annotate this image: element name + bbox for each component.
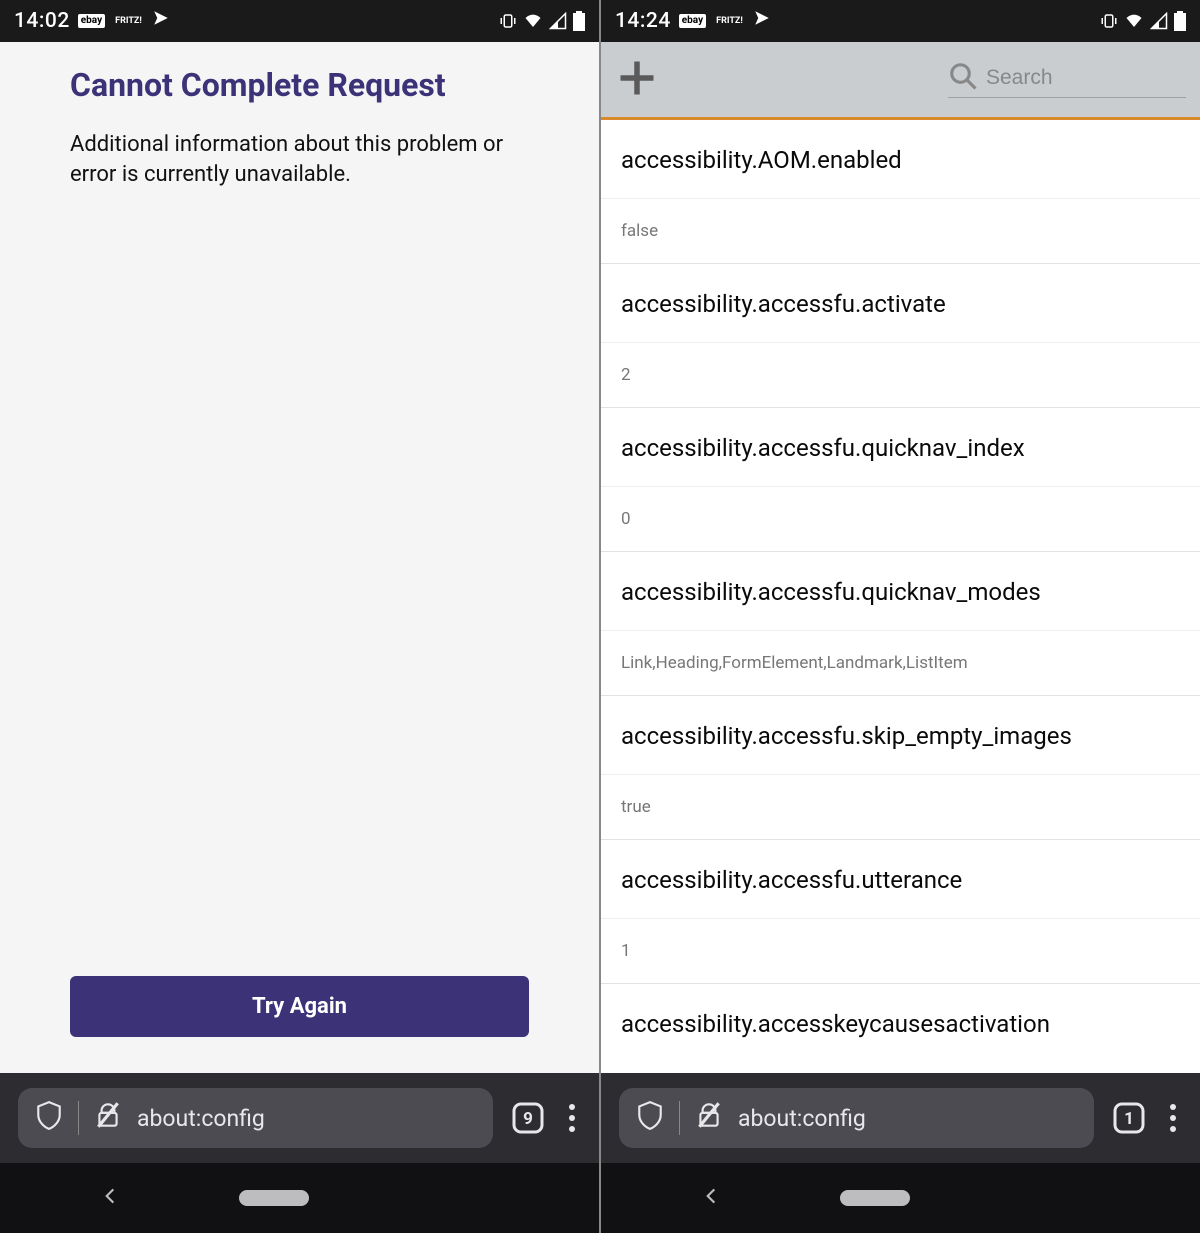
browser-toolbar: about:config 9 [0, 1073, 599, 1163]
system-nav-bar [601, 1163, 1200, 1233]
permissions-icon[interactable] [95, 1100, 121, 1136]
tabs-button[interactable]: 1 [1112, 1101, 1146, 1135]
system-nav-bar [0, 1163, 599, 1233]
error-page: Cannot Complete Request Additional infor… [0, 42, 599, 1073]
status-app-check-icon [753, 9, 771, 33]
pref-value: 0 [601, 487, 1200, 551]
url-bar[interactable]: about:config [18, 1088, 493, 1148]
url-text: about:config [137, 1105, 265, 1132]
status-time: 14:24 [615, 9, 671, 33]
search-field[interactable] [948, 61, 1186, 98]
status-bar: 14:24 ebay FRITZ! [601, 0, 1200, 42]
search-icon [948, 61, 978, 95]
error-title: Cannot Complete Request [70, 66, 529, 104]
pref-value: true [601, 775, 1200, 839]
preferences-list[interactable]: accessibility.AOM.enabledfalseaccessibil… [601, 120, 1200, 1073]
pref-row[interactable]: accessibility.accessfu.quicknav_modesLin… [601, 552, 1200, 696]
back-button[interactable] [100, 1186, 120, 1210]
menu-button[interactable] [563, 1104, 581, 1132]
battery-icon [573, 11, 585, 31]
permissions-icon[interactable] [696, 1100, 722, 1136]
add-button[interactable] [615, 56, 659, 104]
separator [679, 1101, 680, 1135]
status-app-ebay: ebay [679, 14, 706, 28]
pref-value: false [601, 199, 1200, 263]
pref-row[interactable]: accessibility.AOM.enabledfalse [601, 120, 1200, 264]
pref-name[interactable]: accessibility.accesskeycausesactivation [601, 984, 1200, 1048]
try-again-button[interactable]: Try Again [70, 976, 529, 1037]
pref-value: 2 [601, 343, 1200, 407]
status-icons [1100, 11, 1186, 31]
home-pill[interactable] [239, 1190, 309, 1206]
wifi-icon [523, 12, 543, 30]
signal-icon [1150, 12, 1168, 30]
config-toolbar [601, 42, 1200, 120]
status-app-fritz: FRITZ! [714, 16, 745, 27]
back-button[interactable] [701, 1186, 721, 1210]
pref-name: accessibility.AOM.enabled [601, 120, 1200, 199]
tabs-button[interactable]: 9 [511, 1101, 545, 1135]
about-config-page: accessibility.AOM.enabledfalseaccessibil… [601, 42, 1200, 1073]
svg-text:1: 1 [1124, 1109, 1134, 1129]
wifi-icon [1124, 12, 1144, 30]
phone-left: 14:02 ebay FRITZ! Cannot Complete Reques… [0, 0, 600, 1233]
pref-row[interactable]: accessibility.accessfu.quicknav_index0 [601, 408, 1200, 552]
status-app-check-icon [152, 9, 170, 33]
pref-name: accessibility.accessfu.quicknav_index [601, 408, 1200, 487]
url-text: about:config [738, 1105, 866, 1132]
status-app-fritz: FRITZ! [113, 16, 144, 27]
error-body: Additional information about this proble… [70, 130, 529, 189]
shield-icon[interactable] [36, 1100, 62, 1136]
pref-name: accessibility.accessfu.quicknav_modes [601, 552, 1200, 631]
vibrate-icon [1100, 12, 1118, 30]
menu-button[interactable] [1164, 1104, 1182, 1132]
pref-row[interactable]: accessibility.accessfu.skip_empty_images… [601, 696, 1200, 840]
dual-screenshot-container: 14:02 ebay FRITZ! Cannot Complete Reques… [0, 0, 1200, 1233]
phone-right: 14:24 ebay FRITZ! [600, 0, 1200, 1233]
status-app-ebay: ebay [78, 14, 105, 28]
pref-name: accessibility.accessfu.utterance [601, 840, 1200, 919]
pref-name: accessibility.accessfu.skip_empty_images [601, 696, 1200, 775]
browser-toolbar: about:config 1 [601, 1073, 1200, 1163]
status-icons [499, 11, 585, 31]
pref-row[interactable]: accessibility.accessfu.utterance1 [601, 840, 1200, 984]
pref-value: Link,Heading,FormElement,Landmark,ListIt… [601, 631, 1200, 695]
pref-name: accessibility.accessfu.activate [601, 264, 1200, 343]
home-pill[interactable] [840, 1190, 910, 1206]
vibrate-icon [499, 12, 517, 30]
pref-value: 1 [601, 919, 1200, 983]
battery-icon [1174, 11, 1186, 31]
url-bar[interactable]: about:config [619, 1088, 1094, 1148]
separator [78, 1101, 79, 1135]
signal-icon [549, 12, 567, 30]
svg-text:9: 9 [523, 1109, 533, 1129]
pref-row[interactable]: accessibility.accessfu.activate2 [601, 264, 1200, 408]
shield-icon[interactable] [637, 1100, 663, 1136]
status-bar: 14:02 ebay FRITZ! [0, 0, 599, 42]
status-time: 14:02 [14, 9, 70, 33]
search-input[interactable] [986, 66, 1186, 90]
